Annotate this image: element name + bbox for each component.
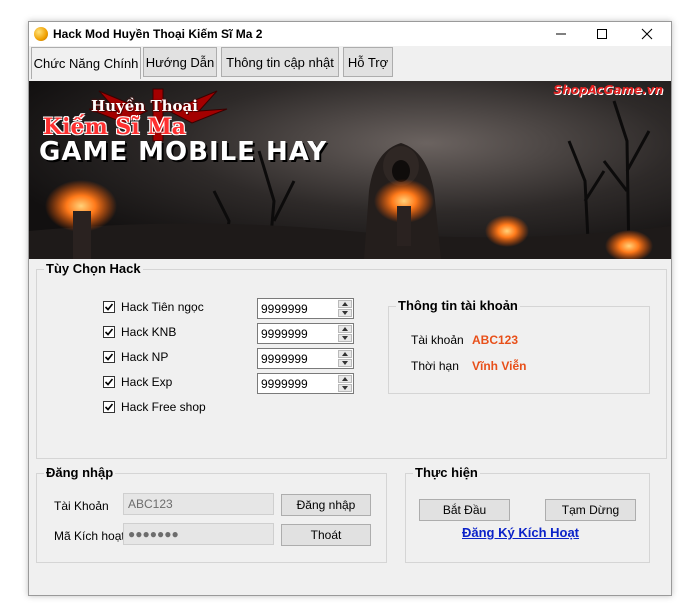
arrow-up-icon bbox=[342, 377, 348, 381]
spin-down-button[interactable] bbox=[338, 309, 352, 317]
app-window: Hack Mod Huyền Thoại Kiếm Sĩ Ma 2 Chức N… bbox=[28, 21, 672, 596]
banner-watermark: ShopAcGame.vn bbox=[553, 83, 663, 97]
login-account-label: Tài Khoản bbox=[54, 499, 109, 513]
minimize-button[interactable] bbox=[539, 22, 583, 46]
title-bar: Hack Mod Huyền Thoại Kiếm Sĩ Ma 2 bbox=[29, 22, 671, 46]
hack-np-label: Hack NP bbox=[121, 350, 169, 364]
banner-tagline: GAME MOBILE HAY bbox=[39, 137, 328, 167]
account-info-group: Thông tin tài khoản Tài khoản ABC123 Thờ… bbox=[388, 298, 650, 394]
knb-value: 9999999 bbox=[261, 327, 308, 341]
knb-stepper[interactable]: 9999999 bbox=[257, 323, 354, 344]
close-button[interactable] bbox=[625, 22, 669, 46]
exit-button[interactable]: Thoát bbox=[281, 524, 371, 546]
login-title: Đăng nhập bbox=[44, 465, 116, 480]
checkmark-icon bbox=[104, 353, 114, 361]
checkbox-box[interactable] bbox=[103, 301, 115, 313]
login-account-field[interactable]: ABC123 bbox=[123, 493, 274, 515]
hack-options-group: Tùy Chọn Hack Hack Tiên ngọc Hack KNB Ha… bbox=[36, 261, 667, 459]
spin-up-button[interactable] bbox=[338, 325, 352, 333]
banner-subtitle: Huyền Thoại bbox=[91, 97, 198, 115]
checkmark-icon bbox=[104, 328, 114, 336]
arrow-up-icon bbox=[342, 302, 348, 306]
checkbox-box[interactable] bbox=[103, 401, 115, 413]
account-value: ABC123 bbox=[472, 333, 519, 347]
hack-knb-label: Hack KNB bbox=[121, 325, 177, 339]
activation-code-label: Mã Kích hoạt bbox=[54, 529, 125, 543]
account-info-title: Thông tin tài khoản bbox=[396, 298, 520, 313]
arrow-up-icon bbox=[342, 327, 348, 331]
start-button[interactable]: Bắt Đầu bbox=[419, 499, 510, 521]
tien-ngoc-value: 9999999 bbox=[261, 302, 308, 316]
tab-update-info[interactable]: Thông tin cập nhật bbox=[221, 47, 339, 77]
window-title: Hack Mod Huyền Thoại Kiếm Sĩ Ma 2 bbox=[53, 27, 263, 41]
hack-free-shop-label: Hack Free shop bbox=[121, 400, 206, 414]
arrow-up-icon bbox=[342, 352, 348, 356]
arrow-down-icon bbox=[342, 336, 348, 340]
hack-exp-label: Hack Exp bbox=[121, 375, 173, 389]
pause-button[interactable]: Tạm Dừng bbox=[545, 499, 636, 521]
spin-up-button[interactable] bbox=[338, 350, 352, 358]
hack-np-checkbox[interactable]: Hack NP bbox=[103, 349, 168, 365]
duration-label: Thời hạn bbox=[411, 359, 459, 373]
spin-down-button[interactable] bbox=[338, 359, 352, 367]
login-group: Đăng nhập Tài Khoản ABC123 Mã Kích hoạt … bbox=[36, 465, 387, 563]
hack-tien-ngoc-label: Hack Tiên ngọc bbox=[121, 300, 204, 314]
checkmark-icon bbox=[104, 378, 114, 386]
close-icon bbox=[641, 28, 653, 40]
duration-value: Vĩnh Viễn bbox=[472, 359, 527, 373]
actions-title: Thực hiện bbox=[413, 465, 480, 480]
maximize-icon bbox=[597, 29, 607, 39]
spin-down-button[interactable] bbox=[338, 334, 352, 342]
spin-down-button[interactable] bbox=[338, 384, 352, 392]
app-icon bbox=[34, 27, 48, 41]
login-button[interactable]: Đăng nhập bbox=[281, 494, 371, 516]
minimize-icon bbox=[556, 33, 566, 35]
hack-tien-ngoc-checkbox[interactable]: Hack Tiên ngọc bbox=[103, 299, 204, 315]
checkbox-box[interactable] bbox=[103, 351, 115, 363]
exp-value: 9999999 bbox=[261, 377, 308, 391]
exp-stepper[interactable]: 9999999 bbox=[257, 373, 354, 394]
hack-free-shop-checkbox[interactable]: Hack Free shop bbox=[103, 399, 206, 415]
tab-strip: Chức Năng Chính Hướng Dẫn Thông tin cập … bbox=[29, 47, 671, 79]
arrow-down-icon bbox=[342, 386, 348, 390]
tab-guide[interactable]: Hướng Dẫn bbox=[143, 47, 217, 77]
checkmark-icon bbox=[104, 403, 114, 411]
account-label: Tài khoản bbox=[411, 333, 464, 347]
spin-up-button[interactable] bbox=[338, 300, 352, 308]
checkbox-box[interactable] bbox=[103, 326, 115, 338]
maximize-button[interactable] bbox=[580, 22, 624, 46]
spin-up-button[interactable] bbox=[338, 375, 352, 383]
hack-knb-checkbox[interactable]: Hack KNB bbox=[103, 324, 176, 340]
arrow-down-icon bbox=[342, 311, 348, 315]
actions-group: Thực hiện Bắt Đầu Tạm Dừng Đăng Ký Kích … bbox=[405, 465, 650, 563]
tien-ngoc-stepper[interactable]: 9999999 bbox=[257, 298, 354, 319]
game-banner: Huyền Thoại Kiếm Sĩ Ma GAME MOBILE HAY S… bbox=[29, 81, 671, 259]
np-stepper[interactable]: 9999999 bbox=[257, 348, 354, 369]
np-value: 9999999 bbox=[261, 352, 308, 366]
checkbox-box[interactable] bbox=[103, 376, 115, 388]
hack-options-title: Tùy Chọn Hack bbox=[44, 261, 143, 276]
checkmark-icon bbox=[104, 303, 114, 311]
activation-code-field[interactable]: ●●●●●●● bbox=[123, 523, 274, 545]
tab-support[interactable]: Hỗ Trợ bbox=[343, 47, 393, 77]
hack-exp-checkbox[interactable]: Hack Exp bbox=[103, 374, 172, 390]
tab-main-functions[interactable]: Chức Năng Chính bbox=[31, 47, 141, 79]
arrow-down-icon bbox=[342, 361, 348, 365]
register-activation-link[interactable]: Đăng Ký Kích Hoạt bbox=[462, 525, 579, 540]
